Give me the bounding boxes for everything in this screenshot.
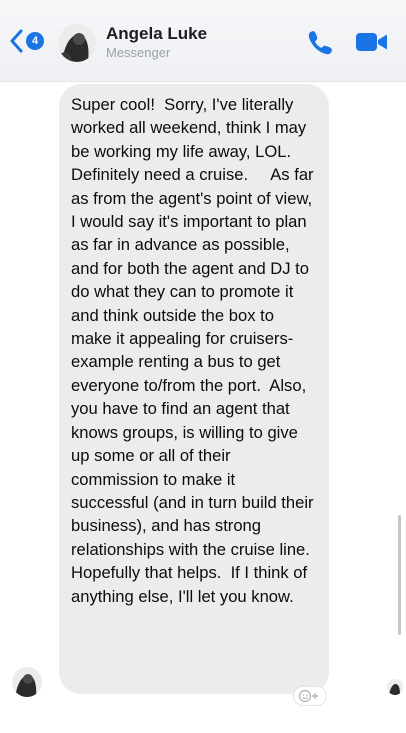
contact-name[interactable]: Angela Luke [106,24,207,44]
sender-avatar[interactable] [12,667,42,697]
add-reaction-icon [298,689,318,703]
chat-header: 4 Angela Luke Messenger [0,0,406,82]
back-button[interactable]: 4 [8,28,50,54]
contact-subtitle: Messenger [106,45,171,60]
scrollbar-thumb[interactable] [398,515,401,635]
chat-screen: 4 Angela Luke Messenger Super cool! Sorr… [0,0,406,733]
seen-indicator-avatar [387,679,403,695]
contact-avatar[interactable] [58,24,96,62]
call-button[interactable] [306,28,334,56]
video-call-button[interactable] [355,30,389,54]
phone-icon [308,31,332,55]
chevron-left-icon [10,29,23,53]
message-text: Super cool! Sorry, I've literally worked… [71,95,320,606]
unread-badge: 4 [26,32,44,50]
message-bubble[interactable]: Super cool! Sorry, I've literally worked… [59,84,329,694]
video-camera-icon [356,33,387,51]
add-reaction-button[interactable] [293,686,327,706]
